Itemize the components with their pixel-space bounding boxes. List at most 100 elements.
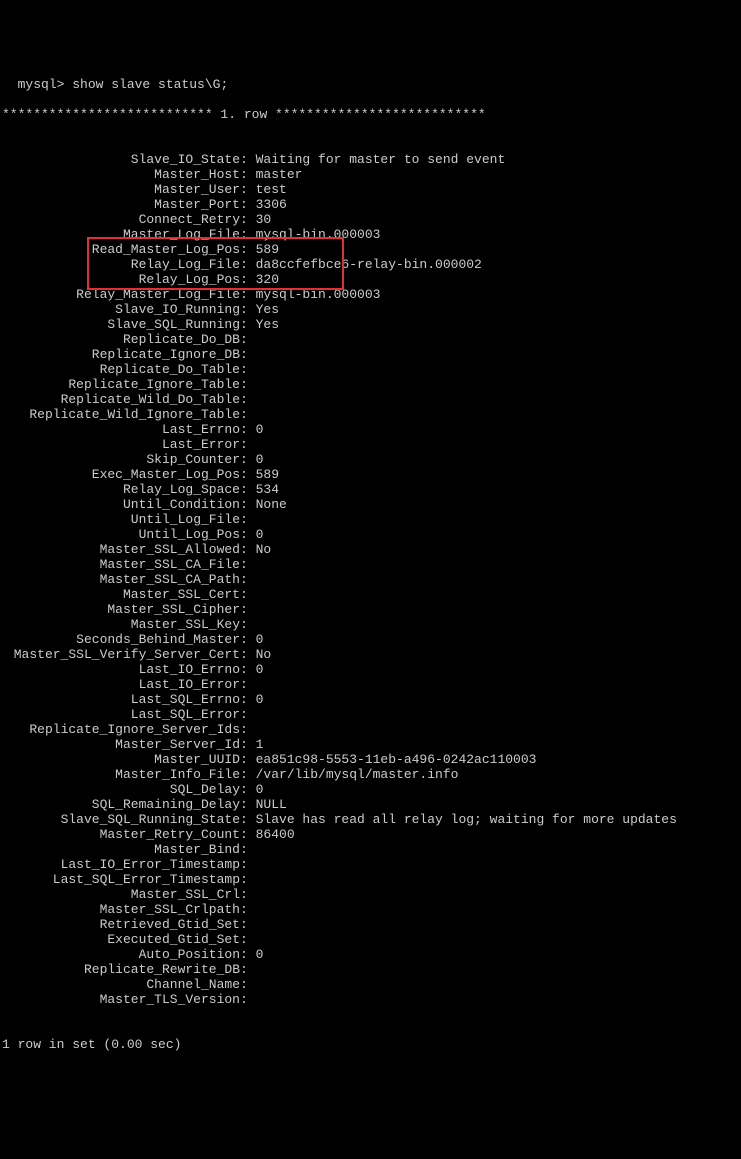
status-row: Slave_IO_State: Waiting for master to se…	[2, 152, 739, 167]
field-separator: :	[240, 962, 256, 977]
field-separator: :	[240, 302, 256, 317]
field-value: 0	[256, 452, 264, 467]
field-label: Master_SSL_Verify_Server_Cert	[2, 647, 240, 662]
field-label: Replicate_Ignore_Server_Ids	[2, 722, 240, 737]
field-separator: :	[240, 842, 256, 857]
field-label: Relay_Master_Log_File	[2, 287, 240, 302]
status-row: Master_SSL_Verify_Server_Cert: No	[2, 647, 739, 662]
status-row: Retrieved_Gtid_Set:	[2, 917, 739, 932]
status-row: Relay_Master_Log_File: mysql-bin.000003	[2, 287, 739, 302]
field-label: Replicate_Rewrite_DB	[2, 962, 240, 977]
field-separator: :	[240, 782, 256, 797]
field-label: Replicate_Wild_Ignore_Table	[2, 407, 240, 422]
field-separator: :	[240, 932, 256, 947]
field-label: Connect_Retry	[2, 212, 240, 227]
field-separator: :	[240, 977, 256, 992]
field-label: Master_SSL_Key	[2, 617, 240, 632]
status-row: Exec_Master_Log_Pos: 589	[2, 467, 739, 482]
field-label: Slave_SQL_Running	[2, 317, 240, 332]
mysql-prompt: mysql> show slave status\G;	[18, 77, 229, 92]
field-label: Channel_Name	[2, 977, 240, 992]
field-separator: :	[240, 602, 256, 617]
field-label: Slave_IO_State	[2, 152, 240, 167]
status-row: Replicate_Wild_Do_Table:	[2, 392, 739, 407]
status-row: Auto_Position: 0	[2, 947, 739, 962]
field-value: 1	[256, 737, 264, 752]
footer-line: 1 row in set (0.00 sec)	[2, 1037, 739, 1052]
field-separator: :	[240, 392, 256, 407]
field-label: Replicate_Do_Table	[2, 362, 240, 377]
field-value: 0	[256, 422, 264, 437]
row-header: *************************** 1. row *****…	[2, 107, 739, 122]
field-separator: :	[240, 992, 256, 1007]
field-label: Master_SSL_Allowed	[2, 542, 240, 557]
field-value: No	[256, 542, 272, 557]
status-row: Seconds_Behind_Master: 0	[2, 632, 739, 647]
field-value: 534	[256, 482, 279, 497]
field-separator: :	[240, 422, 256, 437]
status-row: Master_SSL_CA_File:	[2, 557, 739, 572]
field-separator: :	[240, 242, 256, 257]
field-value: 589	[256, 242, 279, 257]
status-row: Skip_Counter: 0	[2, 452, 739, 467]
status-row: Master_Server_Id: 1	[2, 737, 739, 752]
status-row: Read_Master_Log_Pos: 589	[2, 242, 739, 257]
field-separator: :	[240, 287, 256, 302]
field-separator: :	[240, 632, 256, 647]
field-separator: :	[240, 152, 256, 167]
status-row: SQL_Remaining_Delay: NULL	[2, 797, 739, 812]
field-label: Master_Retry_Count	[2, 827, 240, 842]
field-label: Slave_SQL_Running_State	[2, 812, 240, 827]
status-row: Connect_Retry: 30	[2, 212, 739, 227]
field-label: Master_Host	[2, 167, 240, 182]
field-separator: :	[240, 482, 256, 497]
field-value: 589	[256, 467, 279, 482]
status-row: Until_Log_Pos: 0	[2, 527, 739, 542]
field-value: 3306	[256, 197, 287, 212]
status-row: Last_Error:	[2, 437, 739, 452]
field-value: mysql-bin.000003	[256, 227, 381, 242]
field-value: Yes	[256, 317, 279, 332]
status-row: Relay_Log_Pos: 320	[2, 272, 739, 287]
field-label: Auto_Position	[2, 947, 240, 962]
field-separator: :	[240, 662, 256, 677]
field-value: Slave has read all relay log; waiting fo…	[256, 812, 677, 827]
field-separator: :	[240, 872, 256, 887]
field-separator: :	[240, 557, 256, 572]
field-separator: :	[240, 227, 256, 242]
field-value: 86400	[256, 827, 295, 842]
status-row: Master_Log_File: mysql-bin.000003	[2, 227, 739, 242]
status-row: Last_IO_Errno: 0	[2, 662, 739, 677]
field-label: Master_SSL_Crlpath	[2, 902, 240, 917]
field-label: Until_Log_File	[2, 512, 240, 527]
field-separator: :	[240, 377, 256, 392]
status-row: Replicate_Do_DB:	[2, 332, 739, 347]
field-separator: :	[240, 197, 256, 212]
field-label: Replicate_Do_DB	[2, 332, 240, 347]
field-label: Last_IO_Error_Timestamp	[2, 857, 240, 872]
field-label: Master_User	[2, 182, 240, 197]
field-value: /var/lib/mysql/master.info	[256, 767, 459, 782]
field-value: NULL	[256, 797, 287, 812]
field-separator: :	[240, 707, 256, 722]
field-label: SQL_Remaining_Delay	[2, 797, 240, 812]
field-label: Master_SSL_Crl	[2, 887, 240, 902]
status-row: Channel_Name:	[2, 977, 739, 992]
status-row: Master_SSL_Cipher:	[2, 602, 739, 617]
field-separator: :	[240, 572, 256, 587]
field-separator: :	[240, 812, 256, 827]
field-label: Last_SQL_Error_Timestamp	[2, 872, 240, 887]
field-separator: :	[240, 452, 256, 467]
status-fields: Slave_IO_State: Waiting for master to se…	[2, 152, 739, 1007]
field-value: 0	[256, 692, 264, 707]
field-label: Read_Master_Log_Pos	[2, 242, 240, 257]
field-value: test	[256, 182, 287, 197]
field-separator: :	[240, 767, 256, 782]
field-label: Master_SSL_CA_Path	[2, 572, 240, 587]
field-separator: :	[240, 167, 256, 182]
status-row: Last_IO_Error:	[2, 677, 739, 692]
field-label: Last_IO_Errno	[2, 662, 240, 677]
status-row: Until_Condition: None	[2, 497, 739, 512]
status-row: Slave_SQL_Running_State: Slave has read …	[2, 812, 739, 827]
field-label: Master_Server_Id	[2, 737, 240, 752]
